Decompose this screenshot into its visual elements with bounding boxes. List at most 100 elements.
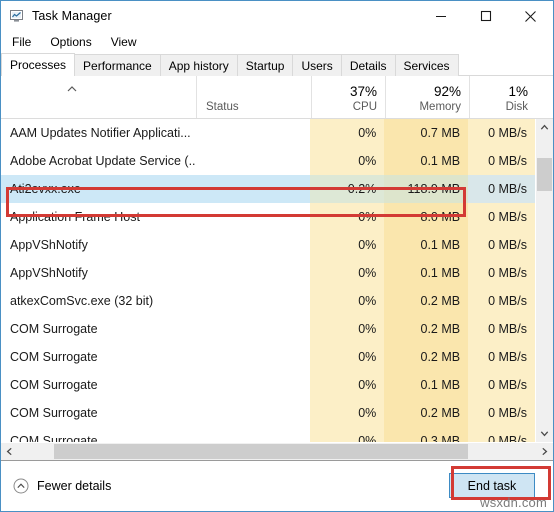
process-cpu-cell: 0%: [310, 343, 385, 371]
tab-app-history[interactable]: App history: [159, 54, 238, 76]
table-row[interactable]: Ati2evxx.exe 0.2% 118.9 MB 0 MB/s: [1, 175, 535, 203]
process-disk-cell: 0 MB/s: [468, 175, 535, 203]
process-disk-cell: 0 MB/s: [468, 399, 535, 427]
task-manager-icon: [9, 8, 25, 24]
menu-bar: File Options View: [1, 31, 553, 53]
process-memory-cell: 0.7 MB: [384, 119, 469, 147]
process-memory-cell: 0.1 MB: [384, 371, 469, 399]
tab-startup[interactable]: Startup: [236, 54, 294, 76]
cpu-usage-percent: 37%: [349, 84, 377, 99]
process-disk-cell: 0 MB/s: [468, 231, 535, 259]
table-row[interactable]: Application Frame Host 0% 8.0 MB 0 MB/s: [1, 203, 535, 231]
process-cpu-cell: 0%: [310, 399, 385, 427]
process-name-cell: COM Surrogate: [10, 406, 98, 420]
process-cpu-cell: 0%: [310, 371, 385, 399]
process-status-cell: [196, 259, 311, 287]
tab-performance[interactable]: Performance: [74, 54, 161, 76]
vertical-scrollbar[interactable]: [535, 119, 553, 442]
menu-item-options[interactable]: Options: [46, 33, 100, 51]
column-header-status[interactable]: Status: [196, 76, 311, 118]
vertical-scroll-track[interactable]: [536, 136, 553, 425]
table-row[interactable]: atkexComSvc.exe (32 bit) 0% 0.2 MB 0 MB/s: [1, 287, 535, 315]
process-disk-cell: 0 MB/s: [468, 203, 535, 231]
process-memory-cell: 0.1 MB: [384, 147, 469, 175]
process-cpu-cell: 0%: [310, 259, 385, 287]
process-memory-cell: 0.3 MB: [384, 427, 469, 442]
table-row[interactable]: COM Surrogate 0% 0.3 MB 0 MB/s: [1, 427, 535, 442]
process-disk-cell: 0 MB/s: [468, 287, 535, 315]
menu-item-view[interactable]: View: [107, 33, 146, 51]
column-header-memory[interactable]: 92% Memory: [385, 76, 469, 118]
column-header-cpu[interactable]: 37% CPU: [311, 76, 385, 118]
tab-processes[interactable]: Processes: [1, 53, 76, 76]
process-status-cell: [196, 427, 311, 442]
process-status-cell: [196, 147, 311, 175]
process-memory-cell: 0.2 MB: [384, 343, 469, 371]
task-manager-window: Task Manager File Options View Processes…: [0, 0, 554, 512]
process-status-cell: [196, 119, 311, 147]
process-name-cell: AAM Updates Notifier Applicati...: [10, 126, 191, 140]
process-name-cell: AppVShNotify: [10, 238, 88, 252]
process-cpu-cell: 0.2%: [310, 175, 385, 203]
process-memory-cell: 118.9 MB: [384, 175, 469, 203]
column-header-status-label: Status: [206, 101, 239, 113]
column-header-row: Status 37% CPU 92% Memory 1% Disk: [1, 76, 553, 119]
horizontal-scroll-thumb[interactable]: [54, 444, 468, 459]
process-name-cell: COM Surrogate: [10, 350, 98, 364]
column-header-name[interactable]: [1, 76, 196, 118]
column-header-disk[interactable]: 1% Disk: [469, 76, 536, 118]
process-status-cell: [196, 231, 311, 259]
vertical-scroll-thumb[interactable]: [537, 158, 552, 191]
tab-strip: Processes Performance App history Startu…: [1, 53, 553, 76]
table-row[interactable]: Adobe Acrobat Update Service (... 0% 0.1 M…: [1, 147, 535, 175]
close-button[interactable]: [508, 1, 553, 31]
horizontal-scroll-track[interactable]: [18, 443, 536, 460]
process-memory-cell: 0.2 MB: [384, 399, 469, 427]
process-disk-cell: 0 MB/s: [468, 315, 535, 343]
process-disk-cell: 0 MB/s: [468, 147, 535, 175]
maximize-button[interactable]: [463, 1, 508, 31]
process-name-cell: COM Surrogate: [10, 434, 98, 442]
scroll-left-arrow-icon[interactable]: [1, 443, 18, 460]
process-status-cell: [196, 371, 311, 399]
process-status-cell: [196, 343, 311, 371]
process-cpu-cell: 0%: [310, 231, 385, 259]
table-row[interactable]: COM Surrogate 0% 0.1 MB 0 MB/s: [1, 371, 535, 399]
process-name-cell: COM Surrogate: [10, 322, 98, 336]
process-memory-cell: 0.1 MB: [384, 231, 469, 259]
process-list[interactable]: AAM Updates Notifier Applicati... 0% 0.7 M…: [1, 119, 535, 442]
process-status-cell: [196, 399, 311, 427]
scroll-right-arrow-icon[interactable]: [536, 443, 553, 460]
table-row[interactable]: AAM Updates Notifier Applicati... 0% 0.7 M…: [1, 119, 535, 147]
process-name-cell: Application Frame Host: [10, 210, 140, 224]
process-disk-cell: 0 MB/s: [468, 259, 535, 287]
table-row[interactable]: COM Surrogate 0% 0.2 MB 0 MB/s: [1, 399, 535, 427]
tab-details[interactable]: Details: [340, 54, 396, 76]
process-cpu-cell: 0%: [310, 287, 385, 315]
tab-services[interactable]: Services: [394, 54, 459, 76]
process-name-cell: COM Surrogate: [10, 378, 98, 392]
footer-bar: Fewer details End task: [1, 460, 553, 511]
table-row[interactable]: COM Surrogate 0% 0.2 MB 0 MB/s: [1, 343, 535, 371]
scroll-up-arrow-icon[interactable]: [536, 119, 553, 136]
table-row[interactable]: AppVShNotify 0% 0.1 MB 0 MB/s: [1, 231, 535, 259]
process-disk-cell: 0 MB/s: [468, 371, 535, 399]
chevron-up-circle-icon: [13, 478, 29, 494]
process-cpu-cell: 0%: [310, 119, 385, 147]
tab-users[interactable]: Users: [292, 54, 342, 76]
horizontal-scrollbar[interactable]: [1, 442, 553, 460]
table-row[interactable]: COM Surrogate 0% 0.2 MB 0 MB/s: [1, 315, 535, 343]
process-status-cell: [196, 175, 311, 203]
process-memory-cell: 0.2 MB: [384, 315, 469, 343]
memory-usage-percent: 92%: [433, 84, 461, 99]
fewer-details-button[interactable]: Fewer details: [13, 478, 111, 494]
process-name-cell: AppVShNotify: [10, 266, 88, 280]
column-header-disk-label: Disk: [505, 101, 528, 113]
scroll-down-arrow-icon[interactable]: [536, 425, 553, 442]
table-row[interactable]: AppVShNotify 0% 0.1 MB 0 MB/s: [1, 259, 535, 287]
minimize-button[interactable]: [418, 1, 463, 31]
menu-item-file[interactable]: File: [8, 33, 40, 51]
column-header-memory-label: Memory: [419, 101, 461, 113]
title-bar: Task Manager: [1, 1, 553, 31]
process-cpu-cell: 0%: [310, 315, 385, 343]
